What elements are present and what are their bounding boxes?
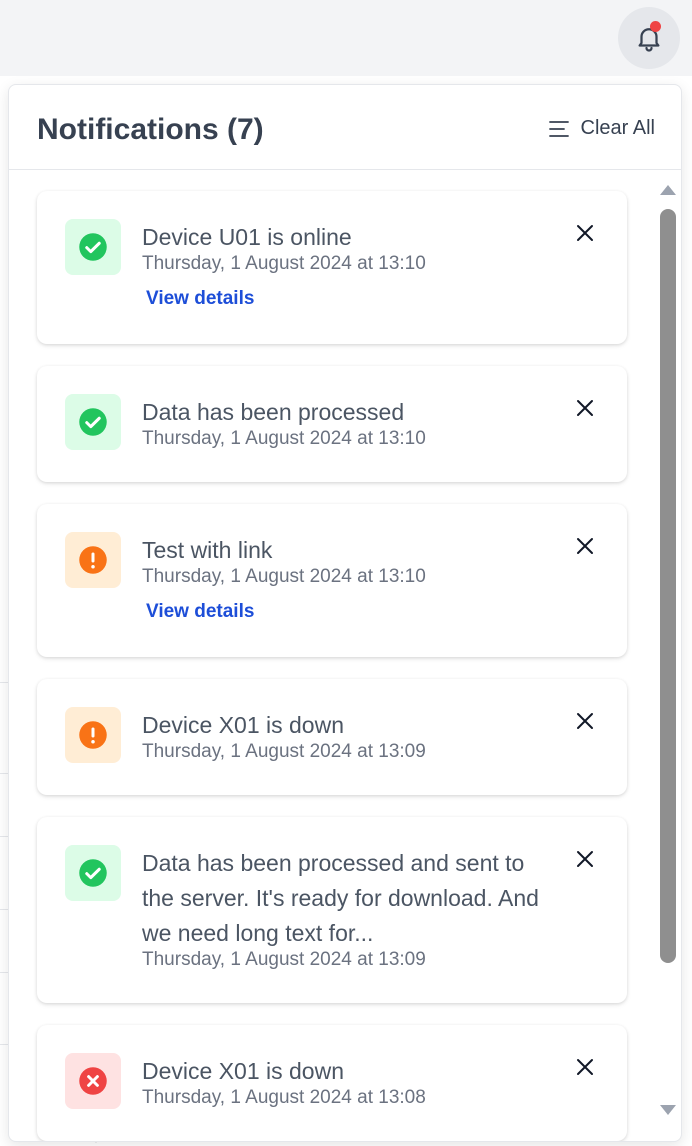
clear-all-label: Clear All (580, 117, 655, 139)
close-icon (577, 713, 593, 729)
notification-timestamp: Thursday, 1 August 2024 at 13:10 (142, 253, 426, 274)
notification-list[interactable]: Device U01 is online Thursday, 1 August 2… (9, 170, 655, 1141)
scroll-up-arrow[interactable] (660, 185, 676, 195)
notification-timestamp: Thursday, 1 August 2024 at 13:10 (142, 428, 426, 449)
view-details-link[interactable]: View details (146, 288, 254, 310)
notification-card: Test with link Thursday, 1 August 2024 at… (37, 504, 627, 657)
success-icon-box (65, 219, 121, 275)
notification-card: Device U01 is online Thursday, 1 August 2… (37, 191, 627, 344)
clear-all-button[interactable]: Clear All (547, 117, 655, 140)
notification-card: Device X01 is down Thursday, 1 August 202… (37, 1025, 627, 1141)
lines-icon (548, 120, 569, 137)
close-icon (577, 1059, 593, 1075)
close-icon (577, 538, 593, 554)
exclamation-circle-icon (79, 546, 107, 574)
unread-badge (650, 21, 661, 32)
dismiss-button[interactable] (573, 534, 597, 558)
dismiss-button[interactable] (573, 221, 597, 245)
notification-timestamp: Thursday, 1 August 2024 at 13:09 (142, 949, 426, 970)
success-icon-box (65, 394, 121, 450)
panel-title: Notifications (7) (37, 113, 264, 146)
success-icon-box (65, 845, 121, 901)
dismiss-button[interactable] (573, 709, 597, 733)
notification-card: Device X01 is down Thursday, 1 August 202… (37, 679, 627, 795)
exclamation-circle-icon (79, 721, 107, 749)
error-icon-box (65, 1053, 121, 1109)
notification-message: Data has been processed and sent to the … (142, 850, 539, 946)
warning-icon-box (65, 532, 121, 588)
top-bar (0, 0, 692, 76)
x-circle-icon (79, 1067, 107, 1095)
notification-timestamp: Thursday, 1 August 2024 at 13:09 (142, 741, 426, 762)
close-icon (577, 225, 593, 241)
notification-message: Test with link (142, 537, 273, 563)
close-icon (577, 851, 593, 867)
check-circle-icon (79, 408, 107, 436)
check-circle-icon (79, 859, 107, 887)
dismiss-button[interactable] (573, 1055, 597, 1079)
notification-message: Data has been processed (142, 399, 405, 425)
close-icon (577, 400, 593, 416)
dismiss-button[interactable] (573, 847, 597, 871)
notification-card: Data has been processed Thursday, 1 Augus… (37, 366, 627, 482)
check-circle-icon (79, 233, 107, 261)
notification-card: Data has been processed and sent to the … (37, 817, 627, 1003)
dismiss-button[interactable] (573, 396, 597, 420)
panel-header: Notifications (7) Clear All (9, 85, 681, 170)
notification-message: Device X01 is down (142, 1058, 344, 1084)
notifications-bell-button[interactable] (618, 7, 680, 69)
warning-icon-box (65, 707, 121, 763)
scrollbar[interactable] (656, 177, 680, 1127)
notifications-panel: Notifications (7) Clear All Device U01 i… (8, 84, 682, 1142)
view-details-link[interactable]: View details (146, 601, 254, 623)
notification-message: Device U01 is online (142, 224, 352, 250)
scroll-down-arrow[interactable] (660, 1105, 676, 1115)
notification-message: Device X01 is down (142, 712, 344, 738)
notification-timestamp: Thursday, 1 August 2024 at 13:10 (142, 566, 426, 587)
scroll-thumb[interactable] (660, 209, 676, 963)
notification-timestamp: Thursday, 1 August 2024 at 13:08 (142, 1087, 426, 1108)
